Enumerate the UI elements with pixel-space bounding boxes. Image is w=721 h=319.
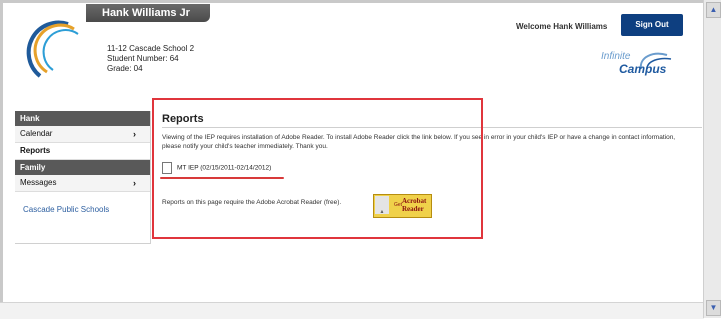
student-number: Student Number: 64 [107,54,179,63]
brand-campus: Campus [619,62,667,76]
sign-out-button[interactable]: Sign Out [621,14,683,36]
school-name: 11-12 Cascade School 2 [107,44,195,53]
status-area [0,302,704,319]
campus-logo-arc-icon [26,20,79,78]
district-link[interactable]: Cascade Public Schools [15,205,150,214]
sidebar-item-label: Reports [20,146,51,155]
chevron-right-icon: › [133,129,136,139]
sidebar-section-student: Hank [15,111,150,126]
student-info: 11-12 Cascade School 2 Student Number: 6… [107,44,194,74]
student-name-tab: Hank Williams Jr [86,4,210,22]
vertical-scrollbar[interactable]: ▲ ▼ [703,0,721,318]
window-frame-left [0,0,3,318]
window-frame-top [0,0,721,3]
scroll-up-icon[interactable]: ▲ [706,2,721,18]
sidebar-item-calendar[interactable]: Calendar › [15,126,150,143]
chevron-right-icon: › [133,178,136,188]
infinite-campus-logo: Infinite Campus [597,49,675,85]
browser-page: Hank Williams Jr 11-12 Cascade School 2 … [0,0,721,319]
annotation-highlight-box [152,98,483,239]
sidebar-section-family: Family [15,160,150,175]
sidebar-item-messages[interactable]: Messages › [15,175,150,192]
student-grade: Grade: 04 [107,64,143,73]
sidebar-item-label: Messages [20,178,57,187]
sidebar-nav: Hank Calendar › Reports Family Messages … [15,111,151,244]
brand-infinite: Infinite [601,51,631,62]
sidebar-item-reports[interactable]: Reports [15,143,150,160]
scroll-down-icon[interactable]: ▼ [706,300,721,316]
welcome-text: Welcome Hank Williams [516,22,608,31]
sidebar-item-label: Calendar [20,129,53,138]
